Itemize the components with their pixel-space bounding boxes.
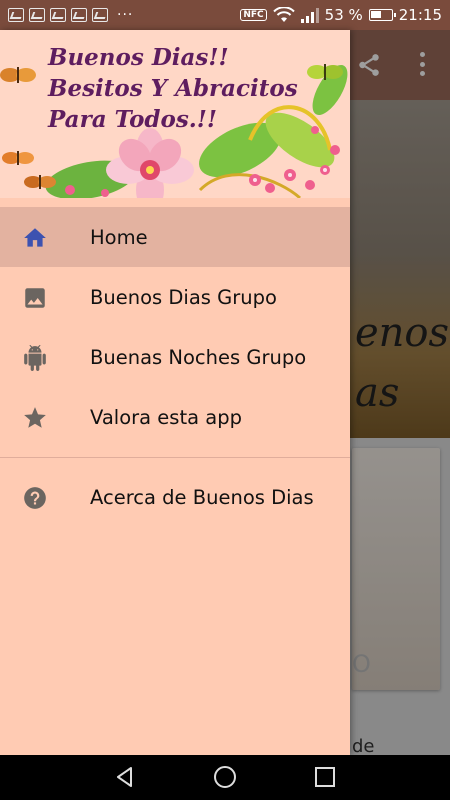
image-icon — [25, 288, 45, 308]
more-notifications-indicator: ··· — [117, 7, 134, 23]
clock: 21:15 — [398, 6, 442, 24]
home-icon — [24, 228, 46, 247]
drawer-header-image: Buenos Dias!! Besitos Y Abracitos Para T… — [0, 30, 350, 198]
battery-icon — [368, 9, 396, 21]
drawer-item-label: Buenos Dias Grupo — [90, 285, 277, 309]
home-button[interactable] — [213, 765, 237, 789]
header-line-1: Buenos Dias!! — [48, 44, 229, 71]
notification-icon — [50, 8, 66, 22]
notification-icon — [8, 8, 24, 22]
notification-icon — [92, 8, 108, 22]
notification-icon — [29, 8, 45, 22]
drawer-item-label: Home — [90, 225, 148, 249]
navigation-drawer: Buenos Dias!! Besitos Y Abracitos Para T… — [0, 30, 350, 755]
drawer-item-buenos-dias-grupo[interactable]: Buenos Dias Grupo — [0, 267, 350, 327]
wifi-icon — [272, 7, 295, 22]
notification-icon — [71, 8, 87, 22]
nfc-icon: NFC — [240, 9, 267, 21]
help-icon — [24, 487, 46, 509]
drawer-item-label: Buenas Noches Grupo — [90, 345, 307, 369]
drawer-item-valora-app[interactable]: Valora esta app — [0, 387, 350, 447]
notification-icons: ··· — [8, 7, 133, 23]
signal-icon — [300, 7, 319, 23]
back-button[interactable] — [113, 765, 137, 789]
drawer-item-label: Acerca de Buenos Dias — [90, 485, 314, 509]
drawer-item-home[interactable]: Home — [0, 207, 350, 267]
android-icon — [24, 345, 46, 371]
system-navigation-bar — [0, 755, 450, 800]
recents-button[interactable] — [313, 765, 337, 789]
drawer-item-buenas-noches-grupo[interactable]: Buenas Noches Grupo — [0, 327, 350, 387]
header-line-3: Para Todos.!! — [48, 106, 217, 133]
drawer-menu: Home Buenos Dias Grupo Buenas Noches Gru… — [0, 198, 350, 527]
status-bar: ··· NFC 53 % 21:15 — [0, 0, 450, 30]
battery-percent: 53 % — [324, 6, 363, 24]
drawer-item-label: Valora esta app — [90, 405, 242, 429]
star-icon — [24, 407, 46, 428]
drawer-item-acerca-de[interactable]: Acerca de Buenos Dias — [0, 467, 350, 527]
header-line-2: Besitos Y Abracitos — [48, 75, 298, 102]
drawer-divider — [0, 457, 350, 458]
